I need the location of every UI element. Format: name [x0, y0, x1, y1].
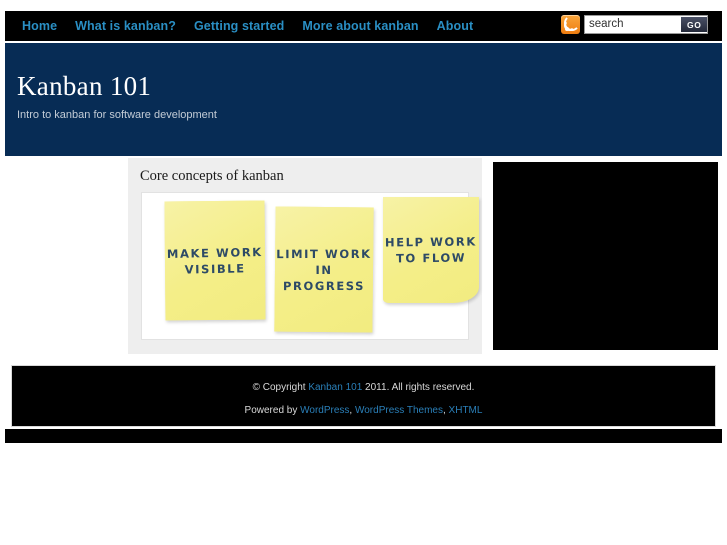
sticky-note-text: LIMIT WORK IN PROGRESS	[276, 246, 372, 293]
sticky-note-help-work-to-flow: HELP WORK TO FLOW	[383, 197, 479, 303]
content-row: Core concepts of kanban MAKE WORK VISIBL…	[5, 158, 722, 361]
site-banner: Kanban 101 Intro to kanban for software …	[5, 43, 722, 156]
footer-powered-line: Powered by WordPress, WordPress Themes, …	[12, 393, 715, 416]
search-go-button[interactable]: GO	[681, 17, 708, 32]
sticky-note-text: HELP WORK TO FLOW	[384, 234, 477, 266]
nav-link-more-about-kanban[interactable]: More about kanban	[293, 11, 427, 41]
footer-copyright-prefix: © Copyright	[252, 382, 309, 393]
card-title: Core concepts of kanban	[140, 168, 284, 184]
sticky-note-make-work-visible: MAKE WORK VISIBLE	[164, 200, 266, 321]
rss-arc-outer	[564, 15, 580, 31]
footer-link-xhtml[interactable]: XHTML	[449, 405, 483, 416]
sticky-note-limit-work-in-progress: LIMIT WORK IN PROGRESS	[274, 206, 374, 333]
footer-link-kanban-101[interactable]: Kanban 101	[308, 382, 362, 393]
sticky-notes-panel: MAKE WORK VISIBLE LIMIT WORK IN PROGRESS…	[141, 192, 479, 340]
page-container: Home What is kanban? Getting started Mor…	[5, 5, 722, 443]
sidebar-widget-placeholder	[489, 158, 722, 354]
nav-link-home[interactable]: Home	[13, 11, 66, 41]
footer-powered-prefix: Powered by	[244, 405, 301, 416]
site-title: Kanban 101	[17, 71, 152, 101]
search-input[interactable]	[585, 16, 681, 33]
nav-link-what-is-kanban[interactable]: What is kanban?	[66, 11, 185, 41]
rss-feed-icon[interactable]	[561, 15, 580, 34]
nav-link-getting-started[interactable]: Getting started	[185, 11, 293, 41]
nav-link-about[interactable]: About	[428, 11, 483, 41]
primary-nav: Home What is kanban? Getting started Mor…	[13, 11, 482, 41]
banner-swirl-decoration	[402, 76, 662, 156]
site-footer: © Copyright Kanban 101 2011. All rights …	[11, 365, 716, 427]
footer-link-wordpress[interactable]: WordPress	[300, 405, 349, 416]
footer-copyright-line: © Copyright Kanban 101 2011. All rights …	[12, 366, 715, 393]
core-concepts-card: Core concepts of kanban MAKE WORK VISIBL…	[128, 158, 482, 354]
footer-bottom-strip	[5, 429, 722, 443]
top-navigation-bar: Home What is kanban? Getting started Mor…	[5, 11, 722, 41]
footer-link-wordpress-themes[interactable]: WordPress Themes	[355, 405, 443, 416]
site-tagline: Intro to kanban for software development	[17, 109, 217, 121]
search-area: GO	[561, 15, 708, 34]
sticky-note-text: MAKE WORK VISIBLE	[166, 244, 263, 277]
search-box: GO	[584, 15, 708, 34]
footer-copyright-suffix: 2011. All rights reserved.	[362, 382, 475, 393]
